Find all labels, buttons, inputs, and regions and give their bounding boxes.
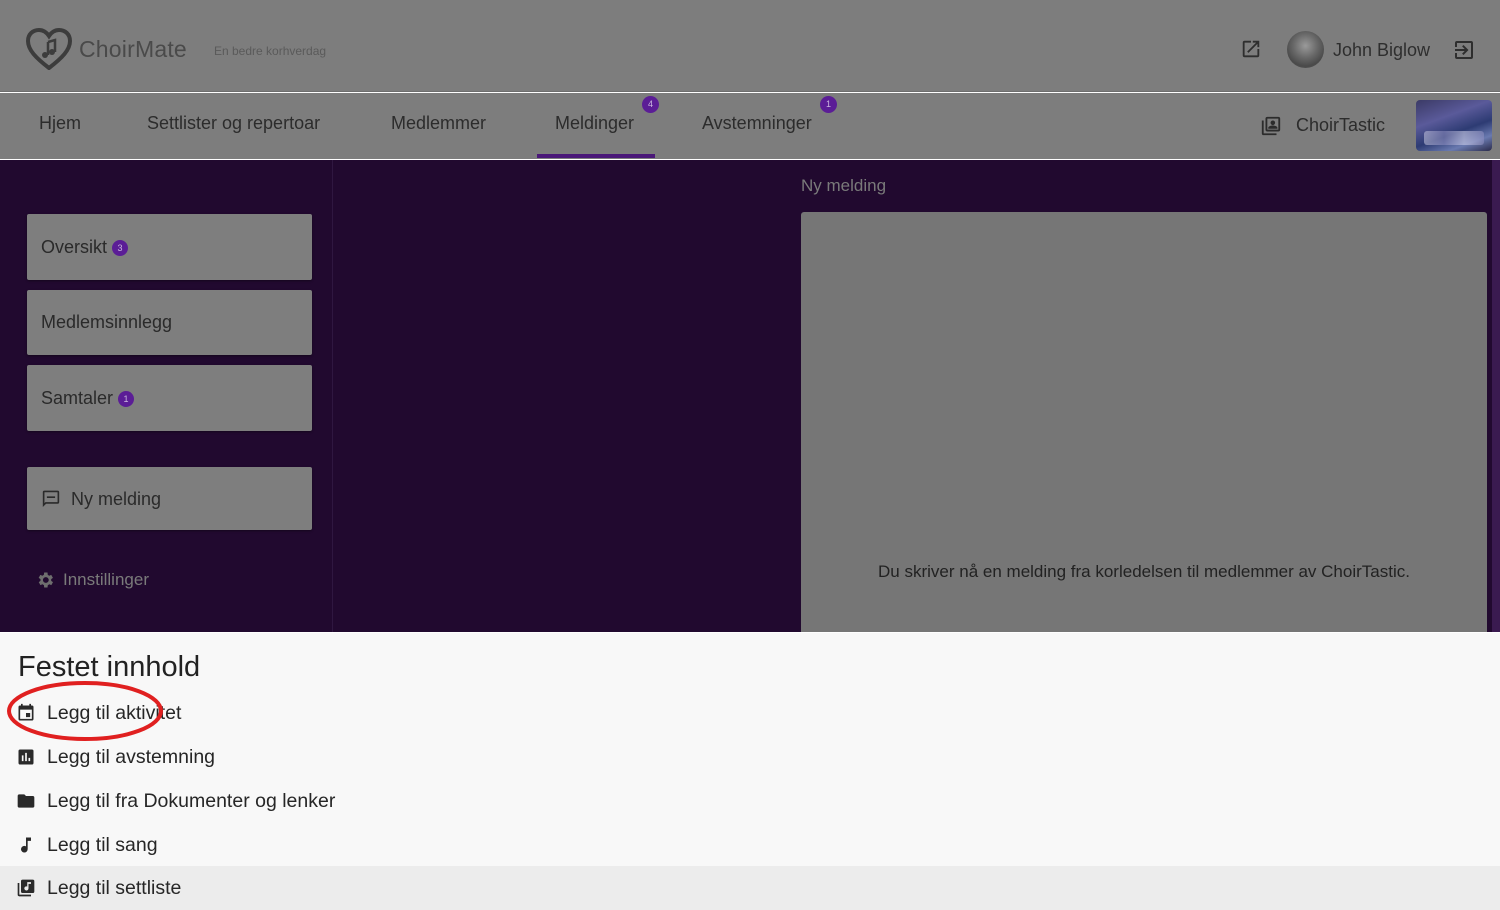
poll-icon <box>18 749 34 765</box>
folder-icon <box>17 794 35 808</box>
calendar-icon <box>18 703 34 721</box>
samtaler-badge: 1 <box>118 391 135 407</box>
sidebar-item-samtaler[interactable]: Samtaler 1 <box>27 365 312 431</box>
scrollbar[interactable] <box>1492 160 1500 632</box>
add-document-item[interactable]: Legg til fra Dokumenter og lenker <box>0 779 1500 823</box>
setlist-icon <box>17 879 35 897</box>
gear-icon[interactable] <box>35 570 55 590</box>
tab-hjem[interactable]: Hjem <box>39 113 81 134</box>
sidebar-item-oversikt[interactable]: Oversikt 3 <box>27 214 312 280</box>
compose-info-text: Du skriver nå en melding fra korledelsen… <box>878 562 1410 581</box>
messages-area: Oversikt 3 Medlemsinnlegg Samtaler 1 Ny me… <box>0 160 1500 632</box>
choirmate-logo-icon[interactable] <box>26 28 72 70</box>
add-setlist-item[interactable]: Legg til settliste <box>0 866 1500 910</box>
settings-link[interactable]: Innstillinger <box>63 570 149 590</box>
tab-avstemninger[interactable]: Avstemninger <box>702 113 812 134</box>
brand-name: ChoirMate <box>79 36 187 62</box>
sidebar-item-label: Medlemsinnlegg <box>41 312 173 332</box>
choir-name[interactable]: ChoirTastic <box>1296 115 1385 136</box>
add-activity-item[interactable]: Legg til aktivitet <box>0 691 1500 735</box>
messages-sidebar: Oversikt 3 Medlemsinnlegg Samtaler 1 Ny me… <box>0 160 333 632</box>
add-song-label: Legg til sang <box>47 834 158 856</box>
add-document-label: Legg til fra Dokumenter og lenker <box>47 790 336 812</box>
tagline: En bedre korhverdag <box>214 44 327 58</box>
sidebar-item-oversikt-text: Oversikt 3 <box>41 237 129 258</box>
choir-library-icon[interactable] <box>1260 115 1282 137</box>
sidebar-item-label: Samtaler <box>41 388 114 408</box>
tab-meldinger[interactable]: Meldinger <box>555 113 634 134</box>
compose-panel[interactable]: Du skriver nå en melding fra korledelsen… <box>801 212 1487 632</box>
compose-heading: Ny melding <box>801 176 887 195</box>
chat-icon <box>42 490 60 507</box>
add-poll-item[interactable]: Legg til avstemning <box>0 735 1500 779</box>
add-song-item[interactable]: Legg til sang <box>0 823 1500 867</box>
sidebar-item-samtaler-text: Samtaler 1 <box>41 388 135 409</box>
app-header: ChoirMate En bedre korhverdag John Biglo… <box>0 0 1500 92</box>
active-tab-indicator <box>537 154 655 158</box>
tab-settlister[interactable]: Settlister og repertoar <box>147 113 320 134</box>
pinned-title: Festet innhold <box>18 651 201 683</box>
user-name[interactable]: John Biglow <box>1333 40 1430 61</box>
music-note-icon <box>21 837 31 853</box>
avstemninger-badge: 1 <box>820 96 837 113</box>
add-activity-label: Legg til aktivitet <box>47 702 182 724</box>
choir-image[interactable] <box>1416 100 1492 151</box>
tab-medlemmer[interactable]: Medlemmer <box>391 113 486 134</box>
sidebar-item-label: Oversikt <box>41 237 108 257</box>
logout-icon[interactable] <box>1452 38 1476 62</box>
pinned-content-panel: Festet innhold Legg til aktivitet Legg t… <box>0 633 1500 910</box>
sidebar-item-medlemsinnlegg[interactable]: Medlemsinnlegg <box>27 290 312 355</box>
meldinger-badge: 4 <box>642 96 659 113</box>
avatar[interactable] <box>1287 31 1324 68</box>
add-setlist-label: Legg til settliste <box>47 877 182 899</box>
main-nav: Hjem Settlister og repertoar Medlemmer M… <box>0 93 1500 159</box>
new-message-label: Ny melding <box>71 489 162 509</box>
add-poll-label: Legg til avstemning <box>47 746 216 768</box>
external-link-icon[interactable] <box>1240 38 1262 60</box>
new-message-button[interactable]: Ny melding <box>27 467 312 530</box>
oversikt-badge: 3 <box>112 240 129 256</box>
